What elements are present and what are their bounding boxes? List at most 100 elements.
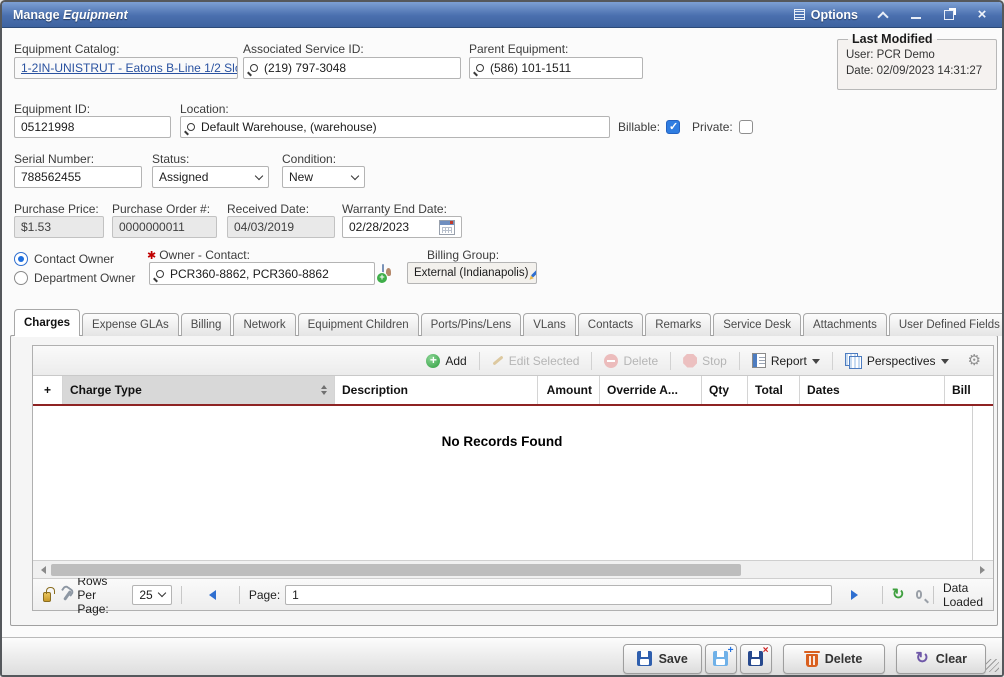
billing-group-field[interactable]: External (Indianapolis) [407, 262, 537, 284]
resize-grip[interactable] [986, 659, 999, 672]
scroll-left-button[interactable] [33, 561, 50, 578]
contact-owner-label: Contact Owner [34, 252, 114, 266]
report-button[interactable]: Report [745, 349, 827, 373]
toolbar-divider [479, 352, 480, 370]
purchase-order-value: 0000000011 [119, 220, 185, 234]
delete-label: Delete [825, 652, 863, 666]
tab-attachments[interactable]: Attachments [803, 313, 887, 336]
associated-service-field[interactable]: (219) 797-3048 [243, 57, 461, 79]
refresh-icon[interactable]: ↻ [892, 587, 905, 602]
column-header-amount[interactable]: Amount [538, 376, 600, 404]
scrollbar-thumb[interactable] [51, 564, 741, 576]
gear-icon[interactable]: ⚙ [968, 353, 981, 368]
column-header-expand[interactable]: + [33, 376, 63, 404]
purchase-price-field: $1.53 [14, 216, 104, 238]
tab-user-defined-fields[interactable]: User Defined Fields [889, 313, 1004, 336]
search-icon [250, 64, 258, 72]
grid-header: +Charge TypeDescriptionAmountOverride A.… [33, 376, 993, 406]
vertical-scrollbar[interactable] [972, 406, 993, 560]
collapse-button[interactable] [875, 7, 891, 23]
contact-owner-option[interactable]: Contact Owner [14, 252, 114, 266]
save-and-close-button[interactable]: × [740, 644, 772, 674]
search-icon [476, 64, 484, 72]
title-emphasis: Equipment [63, 8, 128, 22]
pager-status: Data Loaded [943, 581, 983, 609]
popout-button[interactable] [941, 7, 957, 23]
close-button[interactable]: × [974, 7, 990, 23]
tab-vlans[interactable]: VLans [523, 313, 576, 336]
previous-page-button[interactable] [204, 590, 216, 600]
warranty-end-date-value: 02/28/2023 [349, 220, 409, 234]
minimize-button[interactable] [908, 7, 924, 23]
tab-contacts[interactable]: Contacts [578, 313, 643, 336]
column-header-total[interactable]: Total [748, 376, 800, 404]
stop-button[interactable]: Stop [676, 349, 734, 373]
received-date-label: Received Date: [227, 202, 309, 216]
tab-remarks[interactable]: Remarks [645, 313, 711, 336]
edit-pencil-icon[interactable] [531, 268, 537, 277]
tab-network[interactable]: Network [233, 313, 295, 336]
edit-selected-icon [492, 355, 503, 365]
equipment-catalog-link[interactable]: 1-2IN-UNISTRUT - Eatons B-Line 1/2 Slot.… [21, 61, 238, 75]
options-list-icon [794, 9, 805, 20]
column-header-dates[interactable]: Dates [800, 376, 945, 404]
lock-icon[interactable] [43, 592, 51, 602]
next-page-button[interactable] [851, 590, 863, 600]
perspectives-label: Perspectives [867, 354, 936, 368]
status-select[interactable]: Assigned [152, 166, 269, 188]
parent-equipment-field[interactable]: (586) 101-1511 [469, 57, 643, 79]
department-owner-radio[interactable] [14, 271, 28, 285]
column-header-description[interactable]: Description [335, 376, 538, 404]
titlebar: Manage Equipment Options × [2, 2, 1002, 28]
tab-ports-pins-lens[interactable]: Ports/Pins/Lens [421, 313, 522, 336]
private-label: Private: [692, 120, 733, 134]
owner-contact-field[interactable]: PCR360-8862, PCR360-8862 [149, 262, 375, 285]
horizontal-scrollbar[interactable] [33, 560, 993, 578]
condition-select[interactable]: New [282, 166, 365, 188]
location-field[interactable]: Default Warehouse, (warehouse) [180, 116, 610, 138]
add-contact-icon[interactable] [382, 264, 384, 280]
equipment-id-input[interactable] [14, 116, 171, 138]
popout-icon [944, 10, 954, 20]
tab-equipment-children[interactable]: Equipment Children [298, 313, 419, 336]
scroll-right-button[interactable] [976, 561, 993, 578]
save-label: Save [659, 652, 688, 666]
billing-group-label: Billing Group: [427, 248, 499, 262]
contact-owner-radio[interactable] [14, 252, 28, 266]
x-badge-icon: × [762, 645, 768, 656]
warranty-end-date-field[interactable]: 02/28/2023 [342, 216, 462, 238]
private-checkbox[interactable] [739, 120, 753, 134]
save-button[interactable]: Save [623, 644, 702, 674]
received-date-field: 04/03/2019 [227, 216, 335, 238]
edit-selected-button[interactable]: Edit Selected [485, 349, 587, 373]
save-and-new-button[interactable]: + [705, 644, 737, 674]
delete-button[interactable]: Delete [783, 644, 886, 674]
tab-service-desk[interactable]: Service Desk [713, 313, 801, 336]
calendar-icon[interactable] [439, 220, 455, 235]
page-input[interactable] [285, 585, 832, 605]
delete-row-button[interactable]: Delete [597, 349, 665, 373]
column-header-bill[interactable]: Bill [945, 376, 993, 404]
wrench-icon[interactable] [60, 588, 68, 602]
pager-search-icon[interactable] [916, 590, 923, 599]
column-header-charge-type[interactable]: Charge Type [63, 376, 335, 404]
tab-expense-glas[interactable]: Expense GLAs [82, 313, 179, 336]
column-header-qty[interactable]: Qty [702, 376, 748, 404]
billable-label: Billable: [618, 120, 660, 134]
perspectives-button[interactable]: Perspectives [838, 349, 956, 373]
tab-billing[interactable]: Billing [181, 313, 232, 336]
owner-contact-label-row: ✱ Owner - Contact: [147, 248, 250, 262]
column-header-override-a[interactable]: Override A... [600, 376, 702, 404]
clear-button[interactable]: ↻ Clear [896, 644, 986, 674]
search-icon [156, 270, 164, 278]
rows-per-page-select[interactable]: 25 [132, 585, 171, 605]
billable-checkbox[interactable] [666, 120, 680, 134]
save-icon [637, 651, 652, 666]
serial-number-input[interactable] [14, 166, 142, 188]
tab-charges[interactable]: Charges [14, 309, 80, 336]
options-button[interactable]: Options [794, 8, 858, 22]
add-button[interactable]: + Add [419, 349, 473, 373]
department-owner-option[interactable]: Department Owner [14, 271, 135, 285]
grid-body: No Records Found [33, 406, 993, 560]
chevron-down-icon [157, 589, 165, 597]
